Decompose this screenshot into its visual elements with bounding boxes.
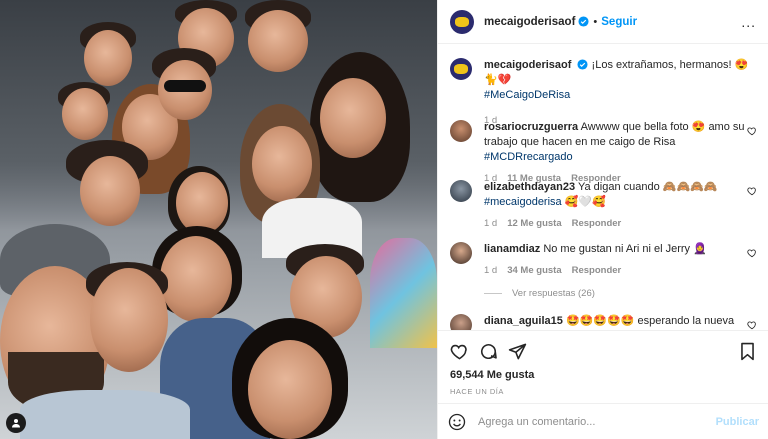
comment-hashtag[interactable]: #mecaigoderisa [484,196,562,208]
heart-icon[interactable] [450,342,469,361]
comment-icon[interactable] [479,342,498,361]
replies-divider [484,293,502,294]
comment-avatar[interactable] [450,120,472,142]
comments-list[interactable]: mecaigoderisaof ¡Los extrañamos, hermano… [438,44,768,330]
caption-hashtag[interactable]: #MeCaigoDeRisa [484,89,570,101]
verified-badge-icon [577,59,589,70]
share-icon[interactable] [508,342,527,361]
heart-icon[interactable] [747,320,757,330]
user-tags-button[interactable] [6,413,26,433]
comment-hashtag[interactable]: #MCDRrecargado [484,151,573,163]
person-face [160,236,232,322]
posted-time[interactable]: HACE UN DÍA [450,387,757,396]
comment-avatar[interactable] [450,314,472,330]
comment-item: diana_aguila15 🤩🤩🤩🤩🤩 esperando la nueva [450,314,759,330]
person-face [176,172,228,234]
view-replies-label: Ver respuestas (26) [512,288,595,299]
user-icon [12,419,20,428]
person-face [84,30,132,86]
comment-item: elizabethdayan23 Ya digan cuando 🙈🙈🙈🙈 #m… [450,180,759,231]
account-avatar[interactable] [450,9,474,34]
verified-badge-icon [578,16,589,27]
person-face [320,78,386,158]
person-face [248,340,332,439]
caption-username[interactable]: mecaigoderisaof [484,59,571,71]
bookmark-icon[interactable] [738,342,757,361]
person-face [248,10,308,72]
comment-avatar[interactable] [450,242,472,264]
comment-username[interactable]: diana_aguila15 [484,315,563,327]
comment-username[interactable]: elizabethdayan23 [484,181,575,193]
reply-button[interactable]: Responder [572,216,622,231]
post-side-panel: mecaigoderisaof • Seguir ... mecaigoderi… [437,0,768,439]
post-photo[interactable] [0,0,437,439]
likes-count[interactable]: 69,544 Me gusta [450,369,757,381]
view-replies-button[interactable]: Ver respuestas (26) [484,288,595,299]
comment-username[interactable]: rosariocruzguerra [484,121,578,133]
add-comment-bar: Agrega un comentario... Publicar [438,403,768,439]
comment-text: No me gustan ni Ari ni el Jerry 🧕 [543,243,707,255]
more-options-icon[interactable]: ... [741,14,756,30]
person-face [80,156,140,226]
emoji-icon[interactable] [448,413,466,431]
follow-button[interactable]: Seguir [601,16,637,28]
comment-likes[interactable]: 34 Me gusta [507,263,561,278]
comment-username[interactable]: lianamdiaz [484,243,540,255]
publish-button[interactable]: Publicar [716,416,759,428]
caption-avatar[interactable] [450,58,472,80]
person-face [90,268,168,372]
header-separator: • [593,15,598,28]
person-face [252,126,312,202]
comment-time[interactable]: 1 d [484,216,497,231]
post-actions: 69,544 Me gusta HACE UN DÍA [438,330,768,396]
comment-likes[interactable]: 12 Me gusta [507,216,561,231]
post-header: mecaigoderisaof • Seguir ... [438,0,768,44]
heart-icon[interactable] [747,186,757,196]
comment-text: Ya digan cuando 🙈🙈🙈🙈 [577,181,718,193]
sunglasses [164,80,206,92]
heart-icon[interactable] [747,248,757,258]
comment-item: lianamdiaz No me gustan ni Ari ni el Jer… [450,242,759,278]
comment-text: 🤩🤩🤩🤩🤩 esperando la nueva [565,315,735,327]
person-shirt [20,390,190,439]
instagram-post: mecaigoderisaof • Seguir ... mecaigoderi… [0,0,768,439]
caption: mecaigoderisaof ¡Los extrañamos, hermano… [450,58,759,128]
comment-time[interactable]: 1 d [484,263,497,278]
comment-input[interactable]: Agrega un comentario... [478,416,716,428]
comment-item: rosariocruzguerra Awwww que bella foto 😍… [450,120,759,186]
reply-button[interactable]: Responder [572,263,622,278]
person-face [62,88,108,140]
comment-text-2: 🥰🤍🥰 [564,196,606,208]
comment-avatar[interactable] [450,180,472,202]
header-username[interactable]: mecaigoderisaof [484,16,575,28]
person-shirt [370,238,437,348]
heart-icon[interactable] [747,126,757,136]
